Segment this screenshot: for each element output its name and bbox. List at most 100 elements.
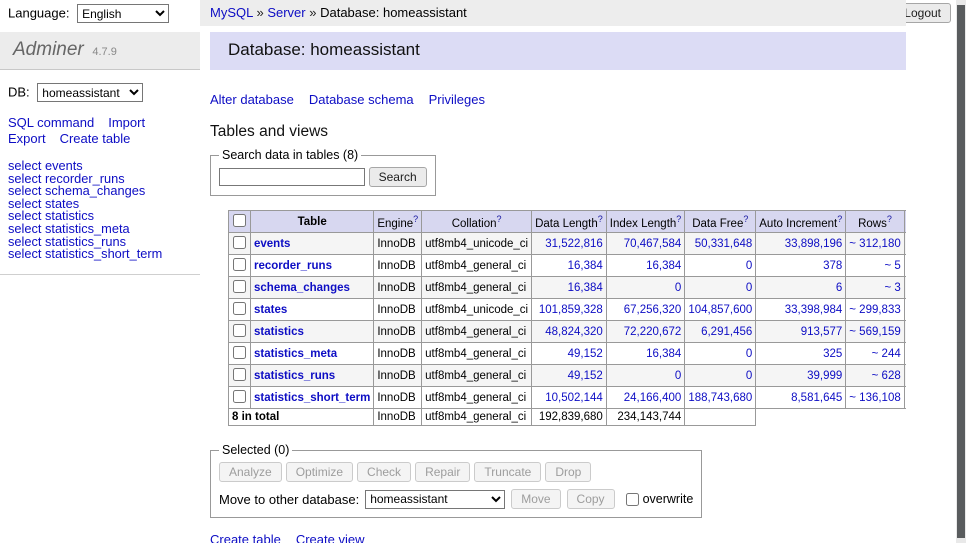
data-length-cell-link[interactable]: 16,384 <box>568 260 603 272</box>
tables-head: TableEngine?Collation?Data Length?Index … <box>229 211 907 233</box>
table-name-link[interactable]: statistics <box>254 326 304 338</box>
data-free-cell-link[interactable]: 0 <box>746 282 752 294</box>
sidebar-op-link[interactable]: SQL command <box>8 115 94 130</box>
db-nav-link[interactable]: Alter database <box>210 92 294 107</box>
data-length-cell-link[interactable]: 101,859,328 <box>539 304 603 316</box>
create-link[interactable]: Create table <box>210 532 281 543</box>
data-free-cell-link[interactable]: 0 <box>746 260 752 272</box>
sidebar-op-link[interactable]: Export <box>8 131 46 146</box>
db-nav-link[interactable]: Privileges <box>429 92 485 107</box>
truncate-button[interactable]: Truncate <box>474 462 541 482</box>
row-checkbox[interactable] <box>233 258 246 271</box>
rows-cell-link[interactable]: ~ 3 <box>884 282 900 294</box>
index-length-cell-link[interactable]: 67,256,320 <box>624 304 682 316</box>
sidebar-table-link[interactable]: select statistics_short_term <box>8 248 192 261</box>
rows-cell-link[interactable]: ~ 136,108 <box>849 392 900 404</box>
data-length-cell-link[interactable]: 31,522,816 <box>545 238 603 250</box>
breadcrumb-link[interactable]: Server <box>267 5 305 20</box>
row-checkbox[interactable] <box>233 280 246 293</box>
index-length-cell-link[interactable]: 70,467,584 <box>624 238 682 250</box>
engine-cell: InnoDB <box>374 343 422 365</box>
help-link[interactable]: ? <box>413 214 418 224</box>
scrollbar-thumb[interactable] <box>957 5 965 538</box>
auto-increment-cell-link[interactable]: 378 <box>823 260 842 272</box>
overwrite-checkbox[interactable] <box>626 493 639 506</box>
index-length-cell-link[interactable]: 72,220,672 <box>624 326 682 338</box>
data-free-cell-link[interactable]: 0 <box>746 370 752 382</box>
table-name-link[interactable]: statistics_runs <box>254 370 335 382</box>
sidebar-op-link[interactable]: Create table <box>60 131 131 146</box>
repair-button[interactable]: Repair <box>415 462 470 482</box>
rows-cell-link[interactable]: ~ 299,833 <box>849 304 900 316</box>
data-length-cell-link[interactable]: 10,502,144 <box>545 392 603 404</box>
auto-increment-cell-link[interactable]: 913,577 <box>801 326 843 338</box>
sidebar-op-link[interactable]: Import <box>108 115 145 130</box>
rows-cell-link[interactable]: ~ 5 <box>884 260 900 272</box>
move-button[interactable]: Move <box>511 489 560 509</box>
data-length-cell-link[interactable]: 49,152 <box>568 348 603 360</box>
help-link[interactable]: ? <box>743 214 748 224</box>
index-length-cell-link[interactable]: 16,384 <box>646 348 681 360</box>
vertical-scrollbar[interactable] <box>956 0 966 543</box>
breadcrumb-separator: » <box>253 5 267 20</box>
data-free-cell-link[interactable]: 0 <box>746 348 752 360</box>
row-checkbox[interactable] <box>233 302 246 315</box>
rows-cell-link[interactable]: ~ 244 <box>872 348 901 360</box>
search-input[interactable] <box>219 168 365 186</box>
table-name-link[interactable]: schema_changes <box>254 282 350 294</box>
data-length-cell-link[interactable]: 49,152 <box>568 370 603 382</box>
rows-cell-link[interactable]: ~ 569,159 <box>849 326 900 338</box>
create-link[interactable]: Create view <box>296 532 365 543</box>
rows-cell: ~ 5 <box>846 255 904 277</box>
index-length-cell-link[interactable]: 16,384 <box>646 260 681 272</box>
help-link[interactable]: ? <box>496 214 501 224</box>
data-free-cell-link[interactable]: 50,331,648 <box>695 238 753 250</box>
optimize-button[interactable]: Optimize <box>286 462 353 482</box>
auto-increment-cell-link[interactable]: 33,898,196 <box>785 238 843 250</box>
breadcrumb-link[interactable]: MySQL <box>210 5 253 20</box>
app-name[interactable]: Adminer <box>13 39 84 60</box>
overwrite-label[interactable]: overwrite <box>643 492 694 506</box>
rows-cell: ~ 244 <box>846 343 904 365</box>
data-length-cell-link[interactable]: 16,384 <box>568 282 603 294</box>
db-nav-link[interactable]: Database schema <box>309 92 414 107</box>
auto-increment-cell-link[interactable]: 8,581,645 <box>791 392 842 404</box>
check-button[interactable]: Check <box>357 462 411 482</box>
data-free-cell-link[interactable]: 6,291,456 <box>701 326 752 338</box>
table-name-link[interactable]: events <box>254 238 290 250</box>
table-name-link[interactable]: recorder_runs <box>254 260 332 272</box>
auto-increment-cell-link[interactable]: 6 <box>836 282 842 294</box>
table-name-link[interactable]: statistics_meta <box>254 348 337 360</box>
index-length-cell-link[interactable]: 0 <box>675 370 681 382</box>
drop-button[interactable]: Drop <box>545 462 591 482</box>
table-name-link[interactable]: states <box>254 304 287 316</box>
help-link[interactable]: ? <box>598 214 603 224</box>
auto-increment-cell-link[interactable]: 325 <box>823 348 842 360</box>
auto-increment-cell-link[interactable]: 33,398,984 <box>785 304 843 316</box>
db-select[interactable]: homeassistant <box>37 83 143 102</box>
row-checkbox[interactable] <box>233 236 246 249</box>
copy-button[interactable]: Copy <box>567 489 615 509</box>
language-select[interactable]: English <box>77 4 169 23</box>
row-checkbox[interactable] <box>233 324 246 337</box>
data-free-cell-link[interactable]: 188,743,680 <box>688 392 752 404</box>
search-button[interactable]: Search <box>369 167 427 187</box>
select-all-checkbox[interactable] <box>233 214 246 227</box>
index-length-cell-link[interactable]: 0 <box>675 282 681 294</box>
data-length-cell-link[interactable]: 48,824,320 <box>545 326 603 338</box>
move-db-select[interactable]: homeassistant <box>365 490 505 509</box>
help-link[interactable]: ? <box>887 214 892 224</box>
index-length-cell-link[interactable]: 24,166,400 <box>624 392 682 404</box>
engine-cell: InnoDB <box>374 321 422 343</box>
row-checkbox[interactable] <box>233 346 246 359</box>
row-checkbox[interactable] <box>233 368 246 381</box>
rows-cell-link[interactable]: ~ 312,180 <box>849 238 900 250</box>
analyze-button[interactable]: Analyze <box>219 462 282 482</box>
rows-cell-link[interactable]: ~ 628 <box>872 370 901 382</box>
help-link[interactable]: ? <box>837 214 842 224</box>
auto-increment-cell-link[interactable]: 39,999 <box>807 370 842 382</box>
table-name-link[interactable]: statistics_short_term <box>254 392 370 404</box>
data-free-cell-link[interactable]: 104,857,600 <box>688 304 752 316</box>
help-link[interactable]: ? <box>676 214 681 224</box>
row-checkbox[interactable] <box>233 390 246 403</box>
